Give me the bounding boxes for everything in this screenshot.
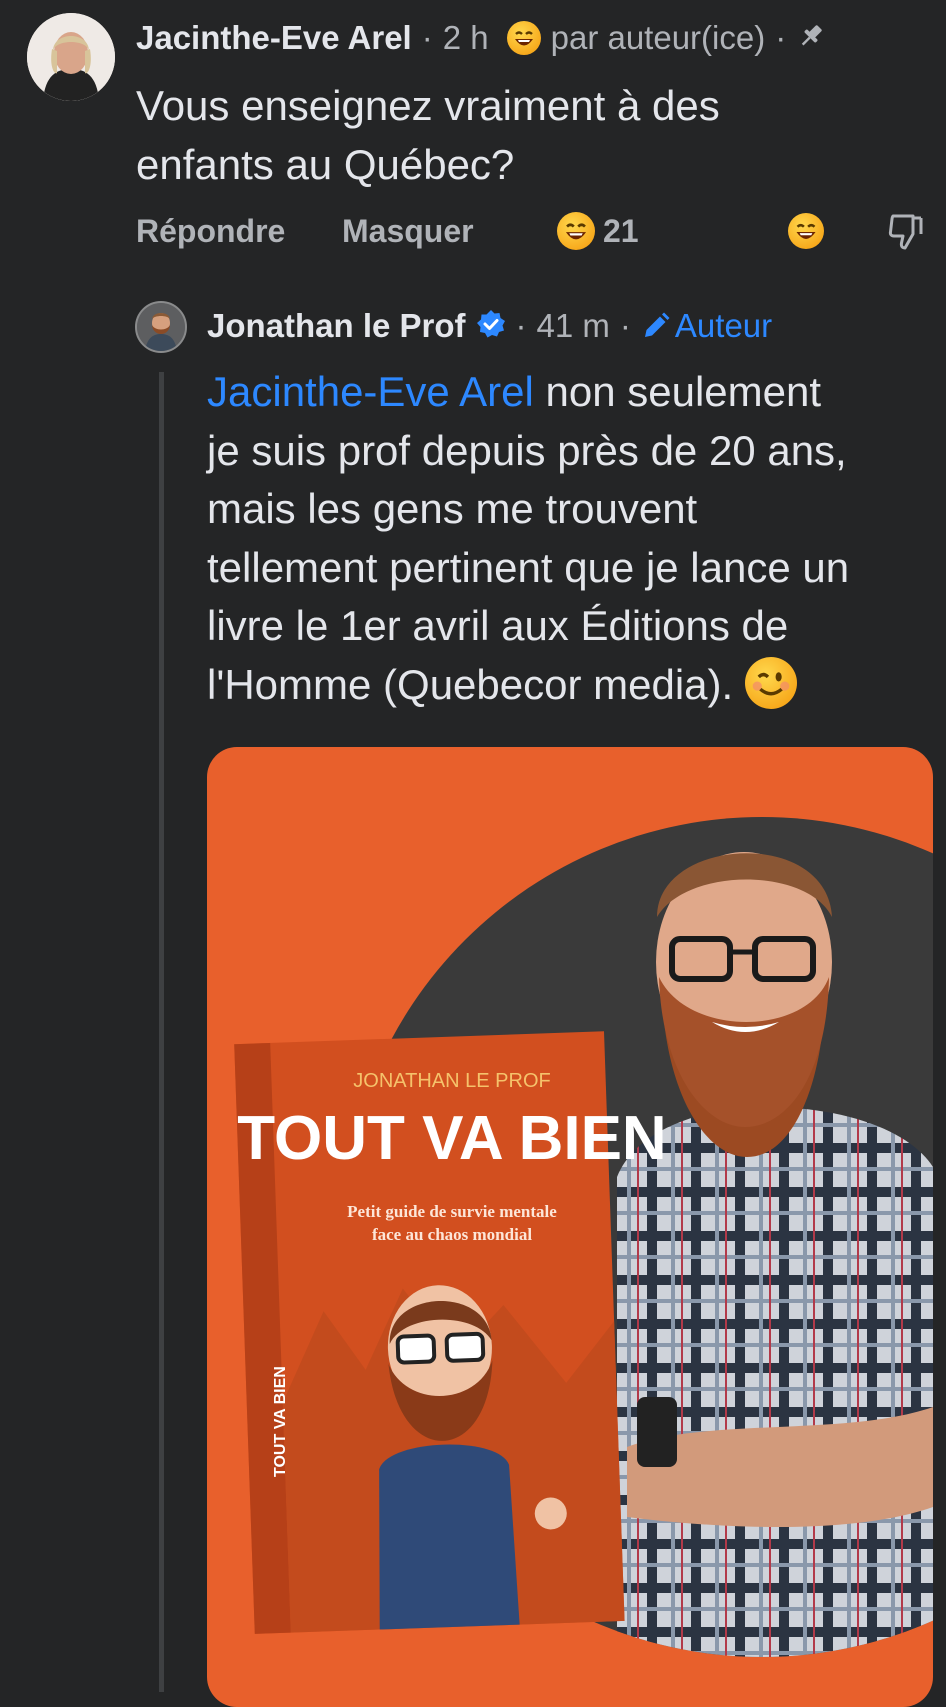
thumbs-down-icon <box>888 214 923 250</box>
pencil-icon <box>644 312 670 337</box>
comment-author-name[interactable]: Jacinthe-Eve Arel <box>136 19 412 57</box>
reply-header: Jonathan le Prof · 41 m · Auteur <box>207 301 772 351</box>
book-spine-text: TOUT VA BIEN <box>272 1366 289 1477</box>
hide-button[interactable]: Masquer <box>342 213 474 250</box>
reply-text-line: livre le 1er avril aux Éditions de <box>207 602 789 649</box>
reply-button[interactable]: Répondre <box>136 213 285 250</box>
comment-body: Vous enseignez vraiment à des enfants au… <box>136 76 916 194</box>
comment-time[interactable]: 2 h <box>443 19 489 57</box>
book-promo-illustration: JONATHAN LE PROF TOUT VA BIEN Petit guid… <box>234 817 933 1657</box>
reply-text-line: l'Homme (Quebecor media). <box>207 660 745 708</box>
reaction-summary[interactable]: 21 <box>557 212 639 250</box>
reply-text-line: mais les gens me trouvent <box>207 485 698 532</box>
winking-emoji-icon <box>744 656 797 709</box>
profile-photo-icon <box>137 303 185 351</box>
book-subtitle-text: face au chaos mondial <box>372 1225 532 1244</box>
reply-body: Jacinthe-Eve Arel non seulement je suis … <box>207 363 937 714</box>
book-author-text: JONATHAN LE PROF <box>353 1070 550 1092</box>
reply-time[interactable]: 41 m <box>537 307 610 345</box>
comment-text-line: enfants au Québec? <box>136 141 515 188</box>
reply-text-line: tellement pertinent que je lance un <box>207 543 850 591</box>
meta-separator: · <box>515 307 527 344</box>
thumbs-down-button[interactable] <box>887 212 925 257</box>
author-badge-label: Auteur <box>674 307 773 344</box>
meta-separator: · <box>775 19 787 56</box>
react-button[interactable] <box>788 213 824 254</box>
laughing-emoji-icon <box>788 213 824 249</box>
author-reaction-label: par auteur(ice) <box>550 19 766 56</box>
reply-author-name[interactable]: Jonathan le Prof <box>207 307 466 345</box>
attached-photo[interactable]: JONATHAN LE PROF TOUT VA BIEN Petit guid… <box>207 747 933 1707</box>
meta-separator: · <box>619 307 631 344</box>
meta-separator: · <box>421 19 433 56</box>
comment-text-line: Vous enseignez vraiment à des <box>136 82 720 129</box>
book-title-text: TOUT VA BIEN <box>237 1104 666 1173</box>
laughing-emoji-icon <box>557 212 595 250</box>
laughing-emoji-icon <box>506 21 541 55</box>
thread-line <box>159 372 164 1692</box>
reply-text-line: non seulement <box>533 368 822 415</box>
comment-header: Jacinthe-Eve Arel · 2 h par auteur(ice) … <box>136 14 826 62</box>
reaction-count: 21 <box>603 212 639 249</box>
book-subtitle-text: Petit guide de survie mentale <box>347 1202 557 1221</box>
avatar[interactable] <box>27 13 115 101</box>
pin-icon <box>796 21 826 56</box>
reply-text-line: je suis prof depuis près de 20 ans, <box>207 426 847 474</box>
verified-badge-icon <box>476 309 506 344</box>
author-badge: Auteur <box>641 307 772 345</box>
avatar[interactable] <box>135 301 187 353</box>
mention-link[interactable]: Jacinthe-Eve Arel <box>207 368 534 415</box>
profile-photo-icon <box>27 13 115 101</box>
